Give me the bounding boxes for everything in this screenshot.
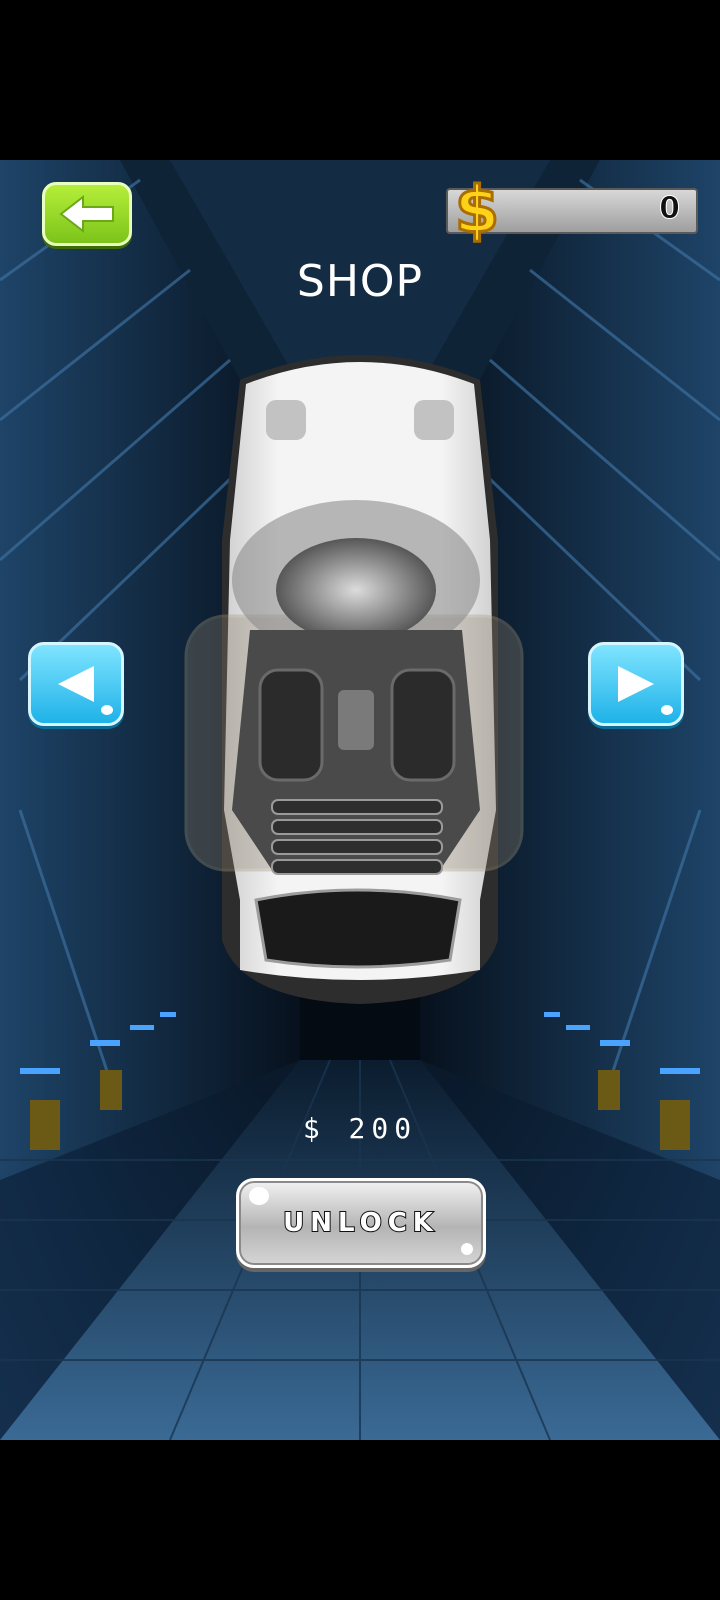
car-preview: [184, 355, 524, 1004]
dollar-icon: $: [453, 174, 501, 244]
button-shine: [249, 1187, 269, 1205]
unlock-button[interactable]: UNLOCK: [236, 1178, 486, 1268]
arrow-left-icon: [59, 195, 114, 233]
button-shine: [101, 705, 113, 715]
shop-scene: 0 $ SHOP $ 200 UNLOCK: [0, 160, 720, 1440]
unlock-label: UNLOCK: [282, 1207, 439, 1239]
triangle-right-icon: [618, 666, 654, 702]
svg-text:$: $: [455, 174, 500, 244]
back-button[interactable]: [42, 182, 132, 246]
button-shine: [661, 705, 673, 715]
next-car-button[interactable]: [588, 642, 684, 726]
previous-car-button[interactable]: [28, 642, 124, 726]
coin-value: 0: [659, 191, 681, 227]
button-shine: [461, 1243, 473, 1255]
page-title: SHOP: [296, 256, 424, 307]
car-price: $ 200: [302, 1112, 418, 1145]
triangle-left-icon: [58, 666, 94, 702]
